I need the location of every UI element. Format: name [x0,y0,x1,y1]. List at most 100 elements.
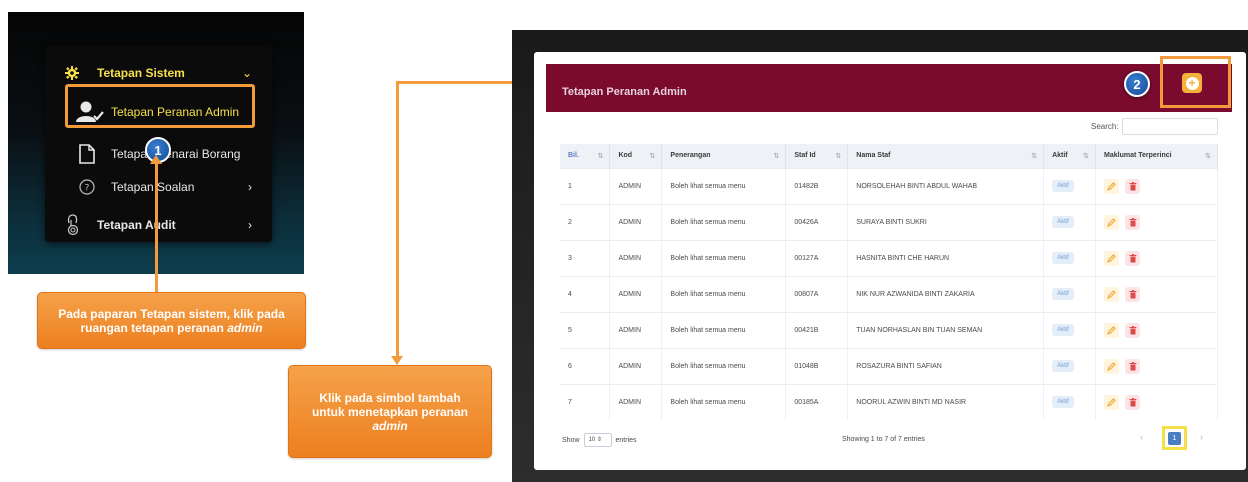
col-label: Aktif [1052,151,1068,159]
col-label: Staf Id [794,151,816,159]
table-row: 4 ADMIN Boleh lihat semua menu 00807A NI… [560,275,1218,312]
question-circle-icon: ? [79,179,95,195]
cell-nama-staf: SURAYA BINTI SUKRI [847,203,1045,240]
menu-label-tetapan-senarai-borang: Tetapan Senarai Borang [111,147,241,161]
edit-button[interactable] [1104,394,1120,410]
pencil-icon [1107,361,1116,371]
delete-button[interactable] [1125,250,1141,266]
menu-item-tetapan-soalan[interactable]: ? Tetapan Soalan › [45,178,272,196]
menu-label-tetapan-soalan: Tetapan Soalan [111,180,195,194]
sort-icon: ⇅ [649,152,656,160]
delete-button[interactable] [1125,286,1141,302]
document-icon [79,144,95,164]
sort-icon: ⇅ [597,152,604,160]
cell-aktif: Aktif [1043,275,1097,312]
delete-button[interactable] [1125,358,1141,374]
table-row: 6 ADMIN Boleh lihat semua menu 01048B RO… [560,347,1218,384]
cell-staf-id: 00807A [785,275,849,312]
sort-icon: ⇅ [1031,152,1038,160]
admin-role-table: Bil. ⇅ Kod ⇅ Penerangan ⇅ Staf Id ⇅ Nama Sta… [560,144,1218,420]
pencil-icon [1107,181,1116,191]
edit-button[interactable] [1104,358,1120,374]
cell-staf-id: 00185A [785,383,849,420]
cell-staf-id: 00421B [785,311,849,348]
callout-2-text: Klik pada simbol tambah untuk menetapkan… [303,391,477,433]
gear-icon [65,66,79,80]
trash-icon [1129,361,1137,370]
col-header-bil[interactable]: Bil. ⇅ [560,144,611,168]
cell-nama-staf: TUAN NORHASLAN BIN TUAN SEMAN [847,311,1045,348]
edit-button[interactable] [1104,322,1120,338]
add-button[interactable]: + [1182,73,1202,93]
arrow-up-icon [150,155,162,164]
cell-actions [1095,203,1218,240]
cell-penerangan: Boleh lihat semua menu [661,275,787,312]
sort-icon: ⇅ [1205,152,1211,160]
col-header-maklumat[interactable]: Maklumat Terperinci ⇅ [1095,144,1218,168]
table-header-row: Bil. ⇅ Kod ⇅ Penerangan ⇅ Staf Id ⇅ Nama Sta… [560,144,1218,168]
status-badge: Aktif [1052,288,1074,300]
table-row: 5 ADMIN Boleh lihat semua menu 00421B TU… [560,311,1218,348]
callout-2-emphasis: admin [372,418,408,433]
menu-item-tetapan-audit[interactable]: Tetapan Audit › [45,214,272,236]
cell-penerangan: Boleh lihat semua menu [661,347,787,384]
cell-staf-id: 00426A [785,203,849,240]
edit-button[interactable] [1104,286,1120,302]
cell-penerangan: Boleh lihat semua menu [661,311,787,348]
search-input[interactable] [1122,118,1218,135]
delete-button[interactable] [1125,322,1141,338]
col-header-aktif[interactable]: Aktif ⇅ [1043,144,1097,168]
instruction-callout-2: Klik pada simbol tambah untuk menetapkan… [288,365,492,458]
cell-aktif: Aktif [1043,347,1097,384]
cell-bil: 5 [560,311,611,348]
status-badge: Aktif [1052,360,1074,372]
cell-staf-id: 01048B [785,347,849,384]
col-label: Bil. [568,151,579,159]
table-row: 2 ADMIN Boleh lihat semua menu 00426A SU… [560,203,1218,240]
col-label: Penerangan [670,151,711,159]
delete-button[interactable] [1125,394,1141,410]
cell-bil: 7 [560,383,611,420]
col-header-staf-id[interactable]: Staf Id ⇅ [785,144,849,168]
cell-penerangan: Boleh lihat semua menu [661,239,787,276]
pencil-icon [1107,289,1116,299]
menu-item-tetapan-sistem[interactable]: Tetapan Sistem ⌄ [45,64,272,82]
pencil-icon [1107,253,1116,263]
col-header-penerangan[interactable]: Penerangan ⇅ [661,144,787,168]
delete-button[interactable] [1125,178,1141,194]
cell-penerangan: Boleh lihat semua menu [661,203,787,240]
cell-kod: ADMIN [609,347,663,384]
next-page-button[interactable]: › [1200,432,1203,442]
previous-page-button[interactable]: ‹ [1140,432,1143,442]
trash-icon [1129,325,1137,334]
cell-actions [1095,383,1218,420]
pencil-icon [1107,398,1116,407]
edit-button[interactable] [1104,250,1120,266]
status-badge: Aktif [1052,396,1074,409]
pencil-icon [1107,325,1116,335]
col-label: Maklumat Terperinci [1104,151,1172,159]
col-header-nama-staf[interactable]: Nama Staf ⇅ [847,144,1045,168]
col-header-kod[interactable]: Kod ⇅ [609,144,663,168]
fingerprint-icon [65,214,81,236]
callout-1-emphasis: admin [227,320,263,335]
menu-label-tetapan-audit: Tetapan Audit [97,218,176,232]
callout-1-text: Pada paparan Tetapan sistem, klik pada r… [48,307,295,335]
page-button[interactable]: 1 [1168,431,1181,445]
cell-aktif: Aktif [1043,239,1097,276]
cell-nama-staf: NOORUL AZWIN BINTI MD NASIR [847,383,1045,420]
edit-button[interactable] [1104,214,1120,230]
sort-icon: ⇅ [835,152,842,160]
delete-button[interactable] [1125,214,1141,230]
status-badge: Aktif [1052,216,1074,228]
cell-kod: ADMIN [609,311,663,348]
cell-bil: 4 [560,275,611,312]
arrow-down-icon [391,356,403,365]
cell-bil: 6 [560,347,611,384]
cell-bil: 3 [560,239,611,276]
edit-button[interactable] [1104,178,1120,194]
cell-actions [1095,239,1218,276]
page-size-select[interactable]: 10 ⇕ [583,433,612,447]
pencil-icon [1107,217,1116,227]
cell-bil: 1 [560,167,611,204]
